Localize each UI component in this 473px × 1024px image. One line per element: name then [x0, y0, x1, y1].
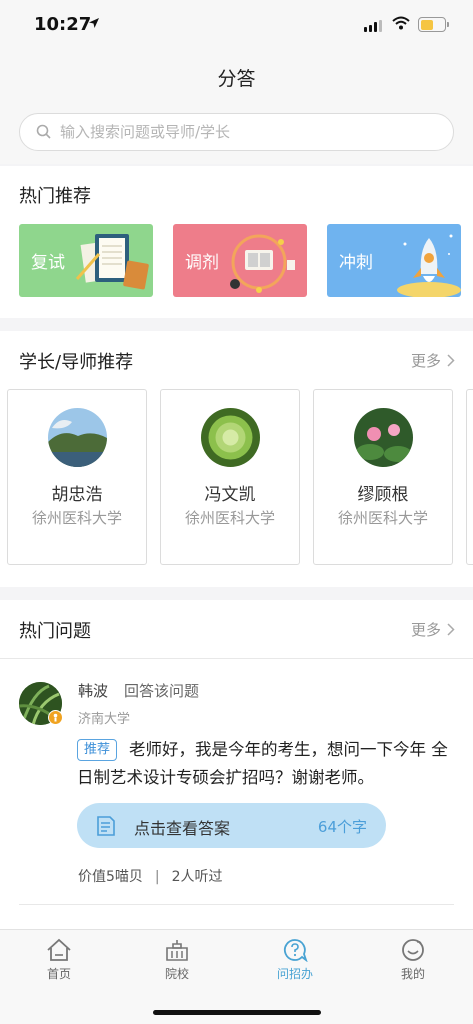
- listener-count: 2人听过: [171, 869, 223, 885]
- section-title-mentors: 学长/导师推荐: [19, 352, 134, 373]
- divider: [0, 658, 473, 659]
- mentor-name: 缪顾根: [357, 485, 409, 505]
- battery-cap: [447, 22, 449, 27]
- mentor-card[interactable]: 缪顾根 徐州医科大学: [313, 389, 453, 565]
- wifi-icon: [392, 16, 410, 30]
- search-input[interactable]: [60, 114, 440, 150]
- mentor-name: 胡忠浩: [51, 485, 103, 505]
- hot-card-label: 复试: [31, 253, 65, 273]
- questions-more-link[interactable]: 更多: [411, 619, 455, 640]
- cycle-illustration-icon: [230, 234, 295, 293]
- chevron-right-icon: [447, 354, 455, 367]
- tab-home[interactable]: 首页: [0, 938, 118, 982]
- mentor-school: 徐州医科大学: [337, 509, 428, 527]
- mentor-school: 徐州医科大学: [184, 509, 275, 527]
- mentor-section: 学长/导师推荐 更多 胡忠浩 徐州医科大学 冯文凯 徐州医科大学 缪顾根 徐州医…: [0, 331, 473, 587]
- hot-card-sprint[interactable]: 冲刺: [327, 224, 461, 297]
- mentors-more-link[interactable]: 更多: [411, 350, 455, 371]
- section-title-hot: 热门推荐: [19, 186, 91, 207]
- tab-label: 院校: [164, 967, 189, 981]
- divider: [19, 904, 454, 905]
- view-answer-label: 点击查看答案: [134, 819, 231, 838]
- signal-icon: [364, 20, 382, 32]
- more-label: 更多: [410, 621, 441, 639]
- meta-separator: |: [154, 869, 160, 885]
- tab-ask-admissions[interactable]: 问招办: [236, 938, 354, 982]
- mentor-card-partial[interactable]: [466, 389, 473, 565]
- home-icon: [47, 938, 71, 961]
- mentor-carousel[interactable]: 胡忠浩 徐州医科大学 冯文凯 徐州医科大学 缪顾根 徐州医科大学: [0, 389, 473, 565]
- answerer-school: 济南大学: [78, 712, 131, 727]
- tab-label: 我的: [400, 967, 425, 981]
- profile-icon: [402, 939, 424, 961]
- tab-label: 问招办: [276, 967, 313, 981]
- tab-profile[interactable]: 我的: [354, 938, 472, 982]
- page-title: 分答: [217, 68, 256, 90]
- nav-bar: 分答: [0, 50, 473, 102]
- mentor-name: 冯文凯: [204, 485, 256, 505]
- more-label: 更多: [410, 352, 441, 370]
- avatar: [354, 408, 413, 467]
- verified-badge-icon: [48, 710, 63, 725]
- answerer-name[interactable]: 韩波: [78, 680, 108, 701]
- answer-price: 价值5喵贝: [78, 869, 143, 885]
- answer-action-text: 回答该问题: [124, 682, 200, 700]
- question-text: 老师好，我是今年的考生，想问一下今年 全日制艺术设计专硕会扩招吗？谢谢老师。: [77, 740, 448, 787]
- school-icon: [166, 940, 188, 961]
- avatar: [201, 408, 260, 467]
- rocket-illustration-icon: [397, 234, 461, 297]
- view-answer-button[interactable]: 点击查看答案 64个字: [77, 803, 386, 848]
- tab-label: 首页: [46, 967, 71, 981]
- mentor-school: 徐州医科大学: [31, 509, 122, 527]
- section-title-questions: 热门问题: [19, 621, 91, 642]
- question-meta: 价值5喵贝 | 2人听过: [78, 866, 223, 886]
- answer-length: 64个字: [317, 818, 367, 836]
- search-area: [0, 102, 473, 164]
- status-time: 10:27: [34, 14, 92, 35]
- search-icon: [36, 124, 51, 139]
- hot-card-adjust[interactable]: 调剂: [173, 224, 307, 297]
- hot-card-label: 调剂: [185, 253, 219, 273]
- hot-card-retest[interactable]: 复试: [19, 224, 153, 297]
- question-bubble-icon: [283, 939, 308, 962]
- hot-recommend-section: 热门推荐 复试 调剂 冲刺: [0, 166, 473, 318]
- search-box[interactable]: [19, 113, 454, 151]
- status-bar: 10:27: [0, 0, 473, 50]
- hot-card-label: 冲刺: [339, 253, 373, 273]
- hot-questions-section: 热门问题 更多 韩波 回答该问题 济南大学 推荐 老师好，我是今年的考生，想问一下…: [0, 600, 473, 930]
- home-indicator: [153, 1010, 321, 1015]
- chevron-right-icon: [447, 623, 455, 636]
- mentor-card[interactable]: 胡忠浩 徐州医科大学: [7, 389, 147, 565]
- mentor-card[interactable]: 冯文凯 徐州医科大学: [160, 389, 300, 565]
- notebook-illustration-icon: [75, 234, 149, 290]
- recommend-tag: 推荐: [77, 739, 118, 761]
- tab-schools[interactable]: 院校: [118, 938, 236, 982]
- avatar: [48, 408, 107, 467]
- document-icon: [97, 816, 115, 836]
- question-text-block[interactable]: 推荐 老师好，我是今年的考生，想问一下今年 全日制艺术设计专硕会扩招吗？谢谢老师。: [77, 736, 452, 792]
- battery-icon: [418, 17, 446, 32]
- location-arrow-icon: [89, 18, 99, 28]
